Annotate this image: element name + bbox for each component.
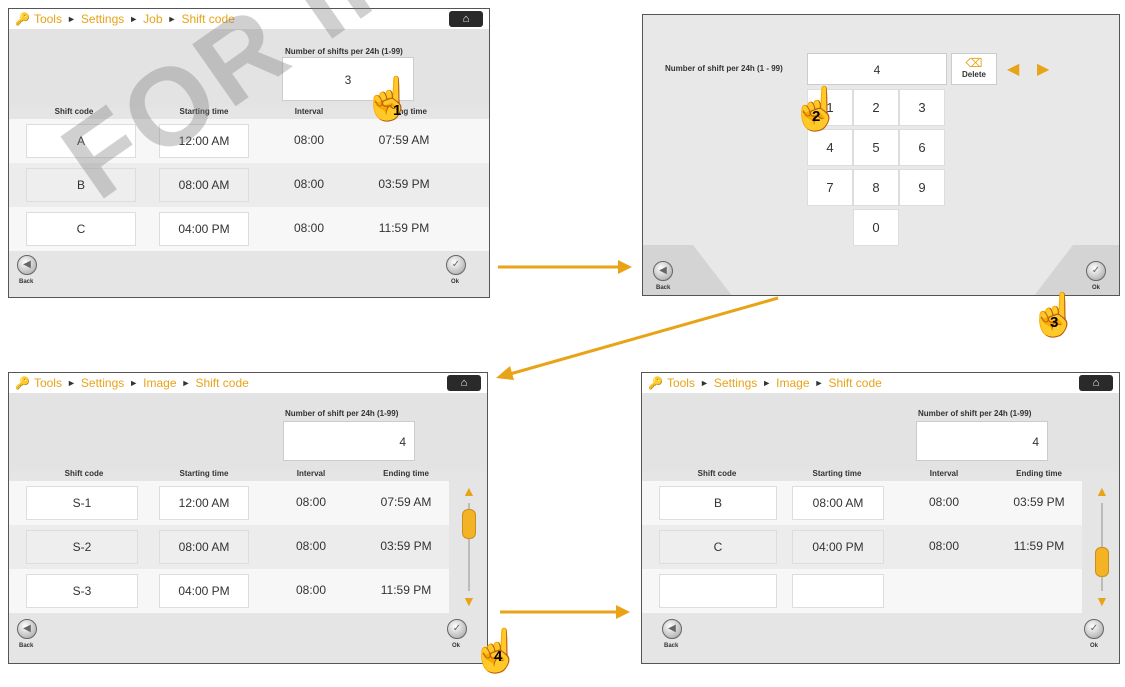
flow-arrow-1-to-2 (498, 260, 632, 274)
flow-arrow-2-to-3 (496, 296, 779, 380)
flow-arrow-3-to-4 (500, 605, 630, 619)
